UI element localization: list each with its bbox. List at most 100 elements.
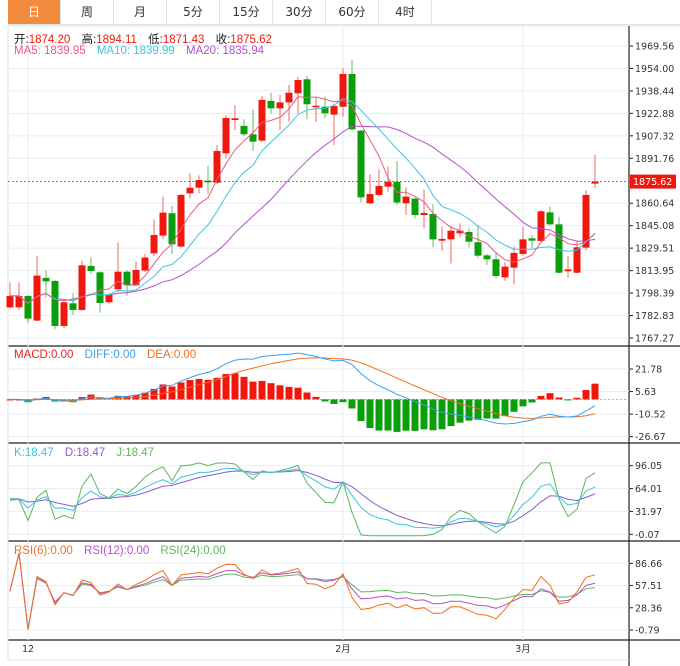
candle-body [105,295,113,303]
candle-body [294,80,302,94]
x-tick-label: 2月 [335,644,351,655]
candle-body [537,211,545,241]
candle-body [357,130,365,198]
macd-bar [303,392,311,400]
macd-bar [429,399,437,431]
price-tick-label: 1891.76 [635,154,674,165]
current-price-label: 1875.62 [633,177,672,188]
macd-bar [276,385,284,400]
candle-body [60,302,68,326]
candle-body [573,247,581,273]
candle-body [231,118,239,120]
macd-bar [285,386,293,400]
macd-bar [348,399,356,409]
d-value: D:18.47 [64,447,106,459]
candle-body [222,117,230,154]
macd-bar [537,395,545,400]
candle-body [96,272,104,304]
macd-bar [222,374,230,400]
macd-bar [492,399,500,419]
candle-body [528,238,536,241]
kdj-tick-label: 64.01 [635,484,662,495]
ma10-value: MA10: 1839.99 [96,45,175,57]
price-tick-label: 1813.95 [635,266,674,277]
macd-bar [447,399,455,427]
candle-body [519,239,527,254]
kdj-tick-label: 31.97 [635,507,662,518]
macd-bar [438,399,446,430]
candle-body [51,280,59,326]
macd-tick-label: 5.63 [635,387,656,398]
price-tick-label: 1938.44 [635,86,674,97]
rsi6-line [9,552,596,630]
candle-body [429,213,437,240]
candle-body [69,303,77,310]
price-tick-label: 1767.27 [635,333,674,344]
price-tick-label: 1845.08 [635,221,674,232]
candle-body [42,277,50,282]
kdj-tick-label: -0.07 [635,530,660,541]
macd-bar [384,399,392,431]
rsi6-value: RSI(6):0.00 [14,545,73,557]
candle-body [312,105,320,108]
candlestick-chart[interactable]: 1969.56 1954.00 1938.44 1922.88 1907.32 1891.… [0,0,680,666]
macd-bar [510,399,518,412]
k-value: K:18.47 [14,447,54,459]
macd-bar [375,399,383,431]
candle-body [24,295,32,319]
kdj-tick-label: 96.05 [635,461,662,472]
price-tick-label: 1954.00 [635,64,674,75]
macd-tick-label: 21.78 [635,365,662,376]
macd-bar [186,380,194,400]
candle-body [501,266,509,278]
candle-body [366,194,374,204]
rsi12-value: RSI(12):0.00 [84,545,150,557]
candle-body [555,224,563,273]
macd-tick-label: -10.52 [635,410,666,421]
macd-bar [177,382,185,400]
macd-bar [339,399,347,403]
candle-body [402,196,410,204]
macd-bar [483,399,491,419]
price-tick-label: 1860.64 [635,199,674,210]
candle-body [564,269,572,272]
macd-bar [294,387,302,400]
macd-bar [528,399,536,403]
candle-body [114,271,122,290]
j-line [9,462,596,537]
macd-bar [366,399,374,429]
candle-body [285,92,293,103]
macd-bar [240,376,248,400]
candle-body [78,265,86,310]
macd-value: MACD:0.00 [14,349,74,361]
macd-bar [555,397,563,400]
candle-body [438,238,446,241]
macd-bar [213,377,221,400]
candle-body [159,212,167,236]
candle-body [258,99,266,141]
candle-body [492,259,500,277]
macd-bar [591,383,599,400]
candle-body [177,194,185,247]
candle-body [420,212,428,215]
price-tick-label: 1782.83 [635,311,674,322]
candle-body [330,105,338,115]
d-line [9,470,596,527]
candle-body [186,187,194,194]
ma5-value: MA5: 1839.95 [14,45,86,57]
macd-bar [564,399,572,401]
candle-body [510,252,518,268]
candle-body [6,295,14,308]
candle-body [546,212,554,225]
candle-body [483,255,491,260]
macd-bar [519,399,527,407]
price-tick-label: 1922.88 [635,109,674,120]
macd-bar [411,399,419,431]
candle-body [447,230,455,240]
macd-bar [258,380,266,400]
macd-bar [231,373,239,400]
macd-bar [357,399,365,422]
price-tick-label: 1907.32 [635,131,674,142]
x-tick-label: 12 [22,644,34,655]
macd-bar [321,399,329,402]
